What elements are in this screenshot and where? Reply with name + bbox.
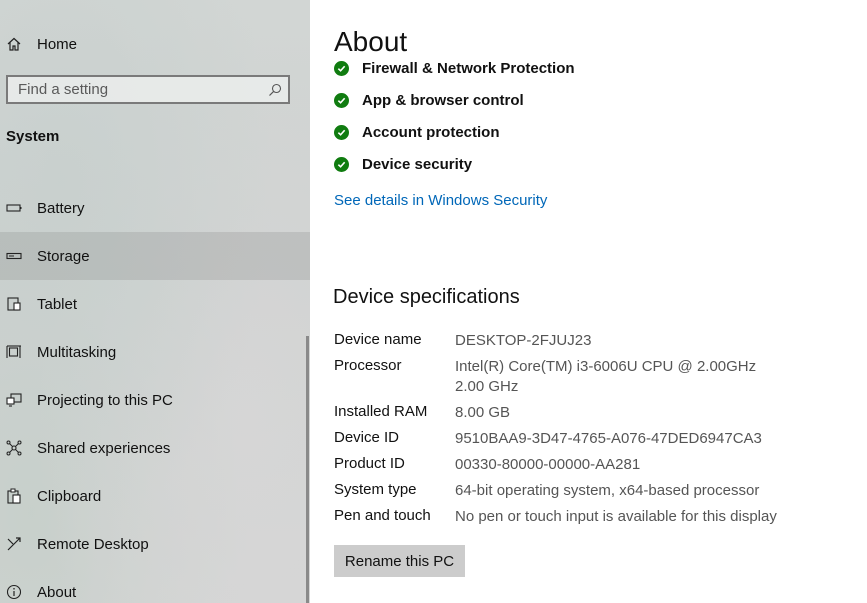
sidebar-item-label: Tablet <box>37 295 78 313</box>
sidebar-item-clipboard[interactable]: Clipboard <box>0 472 310 520</box>
spec-key: Processor <box>334 357 402 374</box>
sidebar-item-battery[interactable]: Battery <box>0 184 310 232</box>
spec-value: 00330-80000-00000-AA281 <box>455 456 641 473</box>
about-icon <box>6 584 22 600</box>
settings-sidebar: Home System Battery Storage Tablet Multi… <box>0 0 310 603</box>
check-icon <box>334 60 349 76</box>
section-title: System <box>6 128 60 145</box>
sidebar-item-label: Remote Desktop <box>37 535 149 553</box>
projecting-icon <box>6 392 22 408</box>
spec-key: System type <box>334 481 417 498</box>
tablet-icon <box>6 296 22 312</box>
spec-value: Intel(R) Core(TM) i3-6006U CPU @ 2.00GHz… <box>455 358 769 395</box>
security-item: App & browser control <box>334 88 524 112</box>
security-item-label: Firewall & Network Protection <box>362 59 575 77</box>
sidebar-item-about[interactable]: About <box>0 568 310 603</box>
security-item: Device security <box>334 152 472 176</box>
sidebar-scrollbar[interactable] <box>306 336 309 603</box>
security-item-label: App & browser control <box>362 91 524 109</box>
sidebar-item-remote-desktop[interactable]: Remote Desktop <box>0 520 310 568</box>
sidebar-item-tablet[interactable]: Tablet <box>0 280 310 328</box>
security-item: Account protection <box>334 120 500 144</box>
security-item-label: Account protection <box>362 123 500 141</box>
spec-key: Product ID <box>334 455 405 472</box>
home-icon <box>6 36 22 52</box>
check-icon <box>334 124 349 140</box>
search-input[interactable] <box>8 76 262 103</box>
windows-security-link[interactable]: See details in Windows Security <box>334 192 547 209</box>
nav-home-label: Home <box>37 35 78 53</box>
shared-experiences-icon <box>6 440 22 456</box>
page-title: About <box>334 26 418 58</box>
remote-desktop-icon <box>6 536 22 552</box>
sidebar-item-label: Projecting to this PC <box>37 391 173 409</box>
sidebar-item-storage[interactable]: Storage <box>0 232 310 280</box>
clipboard-icon <box>6 488 22 504</box>
spec-value: No pen or touch input is available for t… <box>455 508 777 525</box>
security-item-label: Device security <box>362 155 473 173</box>
sidebar-item-multitasking[interactable]: Multitasking <box>0 328 310 376</box>
search-box <box>6 75 290 104</box>
sidebar-item-label: Multitasking <box>37 343 117 361</box>
sidebar-item-label: Shared experiences <box>37 439 171 457</box>
nav-home[interactable]: Home <box>0 20 310 68</box>
search-icon[interactable] <box>262 83 288 97</box>
spec-value: DESKTOP-2FJUJ23 <box>455 332 592 349</box>
sidebar-item-label: Battery <box>37 199 85 217</box>
sidebar-item-projecting[interactable]: Projecting to this PC <box>0 376 310 424</box>
sidebar-item-label: Clipboard <box>37 487 102 505</box>
multitasking-icon <box>6 344 22 360</box>
spec-key: Device name <box>334 331 422 348</box>
sidebar-item-label: About <box>37 583 77 601</box>
storage-icon <box>6 248 22 264</box>
battery-icon <box>6 200 22 216</box>
check-icon <box>334 156 349 172</box>
sidebar-item-label: Storage <box>37 247 90 265</box>
spec-key: Pen and touch <box>334 507 431 524</box>
rename-pc-button[interactable]: Rename this PC <box>334 545 465 577</box>
spec-value: 9510BAA9-3D47-4765-A076-47DED6947CA3 <box>455 430 762 447</box>
spec-value: 8.00 GB <box>455 404 511 421</box>
spec-key: Installed RAM <box>334 403 428 420</box>
sidebar-item-shared-experiences[interactable]: Shared experiences <box>0 424 310 472</box>
security-item: Firewall & Network Protection <box>334 56 575 80</box>
check-icon <box>334 92 349 108</box>
device-specifications-title: Device specifications <box>333 286 520 308</box>
spec-value: 64-bit operating system, x64-based proce… <box>455 482 760 499</box>
about-page: Firewall & Network Protection About App … <box>310 0 867 603</box>
spec-key: Device ID <box>334 429 400 446</box>
